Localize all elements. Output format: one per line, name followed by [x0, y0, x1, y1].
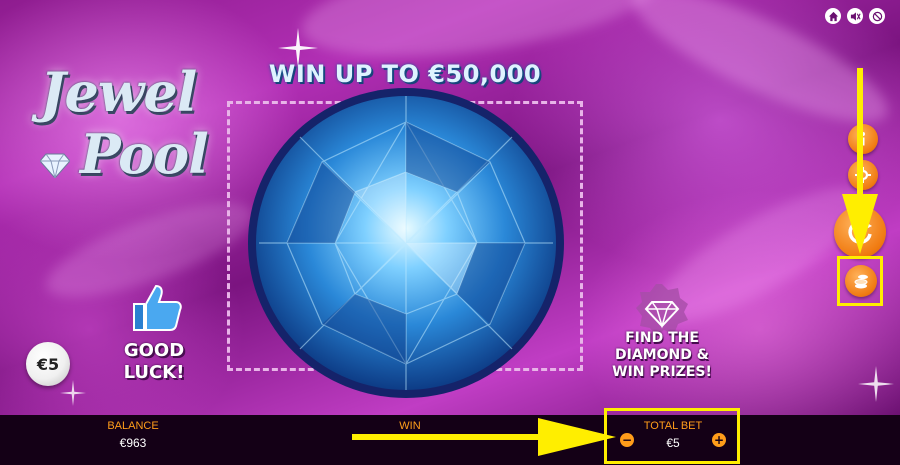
promo-line2: DIAMOND &	[615, 347, 709, 363]
home-icon[interactable]	[825, 8, 841, 24]
annotation-bet-highlight-box	[604, 408, 740, 464]
annotation-arrow-right	[352, 418, 616, 456]
sparkle-icon	[858, 366, 894, 402]
promo-line3: WIN PRIZES!	[612, 364, 712, 380]
diamond-logo-icon	[40, 153, 70, 178]
game-logo: Jewel Pool	[22, 60, 222, 200]
find-diamond-text: FIND THE DIAMOND & WIN PRIZES!	[592, 330, 732, 381]
sparkle-icon	[60, 380, 86, 406]
balance-value: €963	[119, 436, 147, 450]
sound-mute-icon[interactable]	[847, 8, 863, 24]
game-stage: Jewel Pool WIN UP TO €50,000 GOOD LUCK! …	[0, 0, 900, 415]
good-luck-line1: GOOD	[123, 340, 185, 361]
logo-word-pool: Pool	[80, 122, 209, 186]
annotation-arrow-down	[842, 68, 878, 254]
logo-word-jewel: Jewel	[40, 60, 197, 124]
good-luck-text: GOOD LUCK!	[112, 340, 196, 384]
blue-gem-scratch-card[interactable]	[245, 82, 567, 400]
annotation-highlight-box	[837, 256, 883, 306]
balance-label: BALANCE	[107, 420, 159, 432]
good-luck-line2: LUCK!	[123, 362, 185, 383]
no-turbo-icon[interactable]	[869, 8, 885, 24]
thumbs-up-icon	[133, 284, 182, 331]
promo-line1: FIND THE	[625, 330, 699, 346]
ticket-price-coin: €5	[26, 342, 70, 386]
